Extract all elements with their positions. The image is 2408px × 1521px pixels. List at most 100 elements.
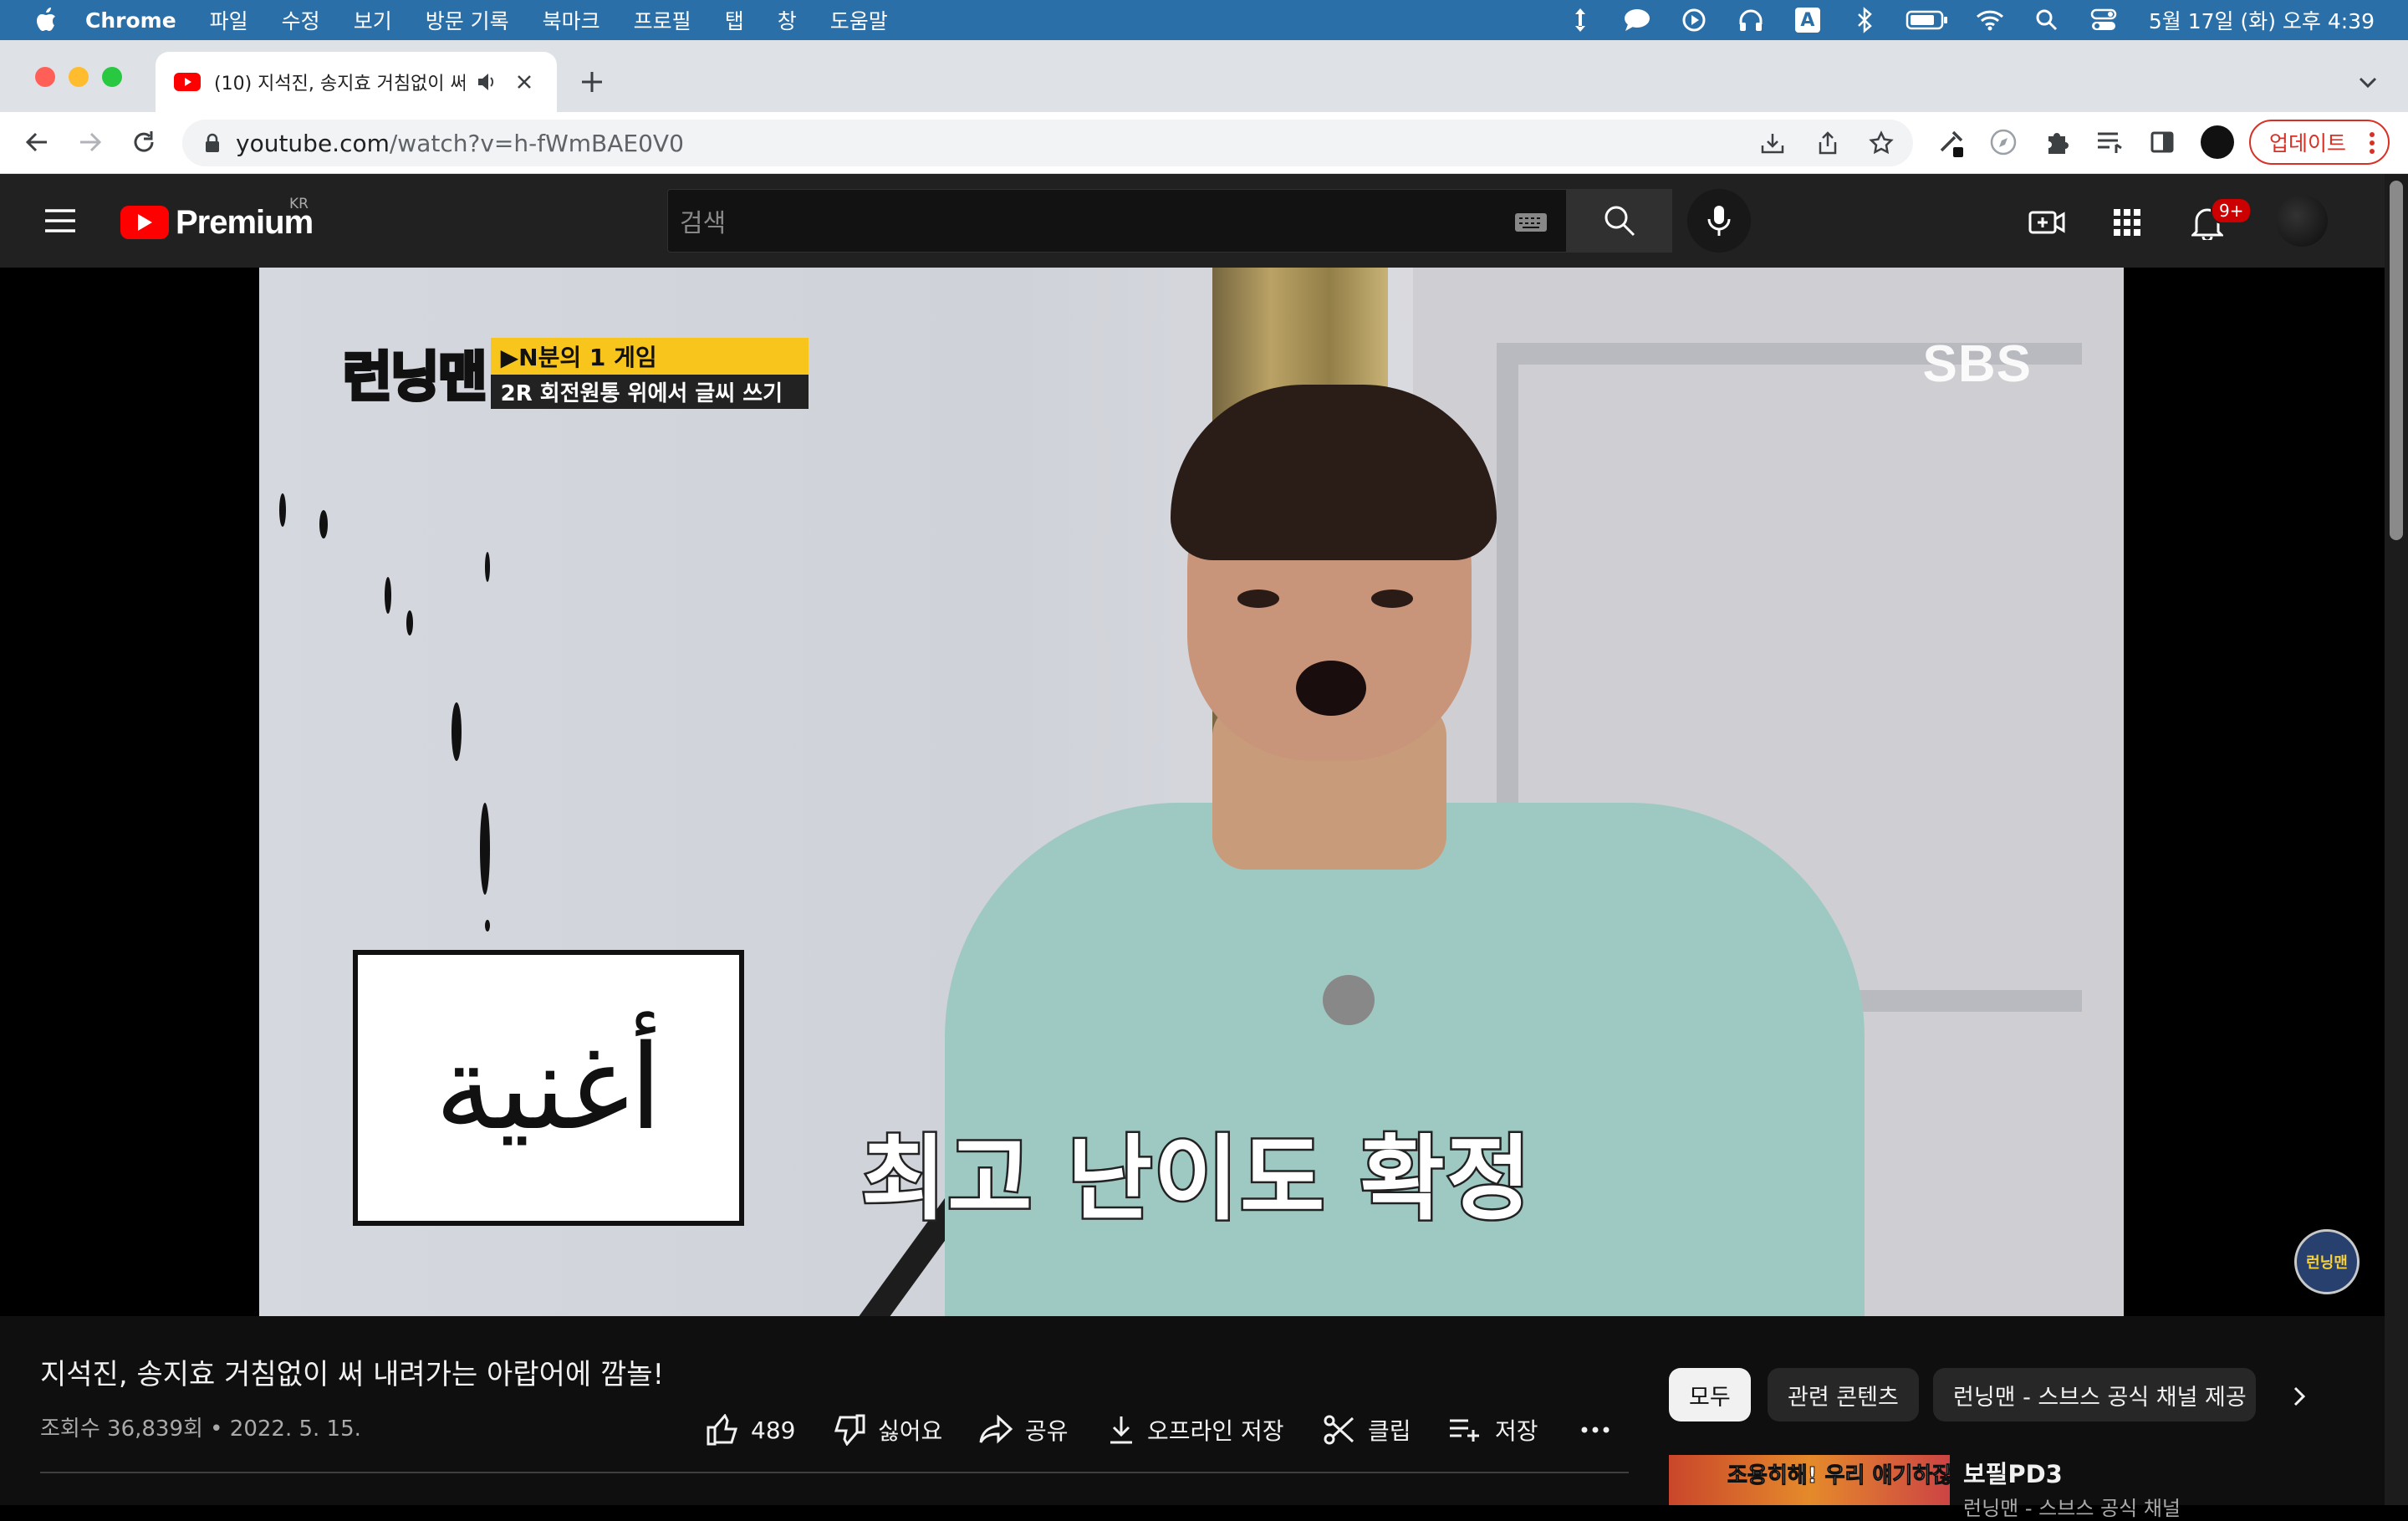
- clip-label: 클립: [1368, 1417, 1411, 1445]
- arabic-word-card: أغنية: [353, 950, 744, 1226]
- address-bar[interactable]: youtube.com/watch?v=h-fWmBAE0V0: [182, 120, 1913, 166]
- account-avatar[interactable]: [2276, 195, 2328, 247]
- dislike-label: 싫어요: [878, 1417, 943, 1445]
- message-icon[interactable]: [1620, 3, 1654, 37]
- scrollbar-thumb[interactable]: [2390, 181, 2403, 540]
- menu-file[interactable]: 파일: [210, 5, 248, 35]
- url-text[interactable]: youtube.com/watch?v=h-fWmBAE0V0: [236, 130, 684, 157]
- like-count: 489: [751, 1416, 796, 1444]
- recommended-channel[interactable]: 런닝맨 - 스브스 공식 채널: [1963, 1492, 2181, 1521]
- page-scrollbar[interactable]: [2385, 174, 2408, 1505]
- broadcaster-logo: SBS: [1922, 335, 2032, 393]
- update-label: 업데이트: [2269, 131, 2347, 156]
- video-caption: 최고 난이도 확정: [860, 1124, 1533, 1235]
- profile-avatar[interactable]: [2201, 125, 2234, 159]
- wifi-icon[interactable]: [1973, 3, 2007, 37]
- region-code: KR: [289, 196, 309, 212]
- thumbnail-text: 조용히해! 우리 얘기하잖아: [1727, 1463, 1950, 1489]
- create-video-icon[interactable]: [2027, 202, 2067, 242]
- share-icon[interactable]: [1814, 130, 1841, 156]
- bookmark-star-icon[interactable]: [1868, 130, 1895, 156]
- install-app-icon[interactable]: [1759, 130, 1786, 156]
- menubar-clock[interactable]: 5월 17일 (화) 오후 4:39: [2149, 5, 2375, 35]
- side-panel-icon[interactable]: [2145, 125, 2179, 159]
- menu-history[interactable]: 방문 기록: [426, 5, 509, 35]
- compass-extension-icon[interactable]: [1987, 125, 2020, 159]
- back-arrow-icon[interactable]: [18, 124, 55, 161]
- share-arrow-icon: [979, 1415, 1013, 1444]
- youtube-favicon-icon: [174, 73, 201, 91]
- download-label: 오프라인 저장: [1147, 1417, 1284, 1445]
- extensions-puzzle-icon[interactable]: [2040, 125, 2074, 159]
- menu-app-name[interactable]: Chrome: [85, 8, 176, 33]
- like-button[interactable]: 489: [706, 1410, 795, 1450]
- save-button[interactable]: 저장: [1448, 1410, 1538, 1450]
- chrome-menu-icon[interactable]: [2368, 131, 2376, 155]
- recommended-title[interactable]: 보필PD3: [1963, 1455, 2063, 1490]
- voice-search-button[interactable]: [1687, 189, 1751, 253]
- menu-window[interactable]: 창: [778, 5, 797, 35]
- video-frame: 런닝맨 ▶N분의 1 게임 2R 회전원통 위에서 글씨 쓰기 SBS أغني…: [259, 268, 2124, 1316]
- menu-profiles[interactable]: 프로필: [634, 5, 691, 35]
- menu-help[interactable]: 도움말: [830, 5, 888, 35]
- chip-all[interactable]: 모두: [1669, 1368, 1751, 1421]
- search-button[interactable]: [1567, 189, 1672, 253]
- spotlight-icon[interactable]: [2030, 3, 2064, 37]
- input-a-icon[interactable]: A: [1791, 3, 1824, 37]
- menu-view[interactable]: 보기: [354, 5, 392, 35]
- tab-title: (10) 지석진, 송지효 거침없이 써: [214, 74, 465, 94]
- reading-list-icon[interactable]: [2094, 125, 2127, 159]
- tab-close-icon[interactable]: [513, 71, 535, 93]
- control-center-icon[interactable]: [2087, 3, 2120, 37]
- video-player[interactable]: 런닝맨 ▶N분의 1 게임 2R 회전원통 위에서 글씨 쓰기 SBS أغني…: [0, 268, 2385, 1316]
- update-button[interactable]: 업데이트: [2249, 120, 2390, 165]
- chip-channel[interactable]: 런닝맨 - 스브스 공식 채널 제공: [1933, 1368, 2256, 1421]
- browser-tab-active[interactable]: (10) 지석진, 송지효 거침없이 써: [156, 52, 557, 112]
- chip-related[interactable]: 관련 콘텐츠: [1768, 1368, 1919, 1421]
- forward-arrow-icon[interactable]: [72, 124, 109, 161]
- window-close-button[interactable]: [35, 67, 55, 87]
- eyedropper-extension-icon[interactable]: [1935, 125, 1968, 159]
- download-button[interactable]: 오프라인 저장: [1107, 1410, 1283, 1450]
- show-name: 런닝맨: [341, 345, 489, 411]
- battery-icon[interactable]: [1905, 3, 1950, 37]
- lock-icon[interactable]: [201, 131, 224, 155]
- apps-grid-icon[interactable]: [2107, 202, 2147, 242]
- channel-watermark[interactable]: 런닝맨: [2294, 1229, 2360, 1294]
- thumbs-down-icon: [834, 1414, 865, 1446]
- menu-tab[interactable]: 탭: [725, 5, 744, 35]
- menu-edit[interactable]: 수정: [282, 5, 320, 35]
- dislike-button[interactable]: 싫어요: [833, 1410, 942, 1450]
- clip-button[interactable]: 클립: [1323, 1410, 1411, 1450]
- reload-icon[interactable]: [125, 124, 162, 161]
- share-button[interactable]: 공유: [978, 1410, 1069, 1450]
- bluetooth-icon[interactable]: [1848, 3, 1881, 37]
- search-placeholder: 검색: [680, 209, 727, 238]
- resize-icon[interactable]: [1564, 3, 1597, 37]
- search-input[interactable]: 검색: [667, 189, 1567, 253]
- play-icon[interactable]: [1677, 3, 1711, 37]
- headphones-icon[interactable]: [1734, 3, 1768, 37]
- video-views-date: 조회수 36,839회 • 2022. 5. 15.: [40, 1416, 361, 1442]
- round-banner: 2R 회전원통 위에서 글씨 쓰기: [490, 374, 809, 409]
- person-shirt: [945, 803, 1865, 1316]
- more-actions-icon[interactable]: [1580, 1410, 1622, 1450]
- window-minimize-button[interactable]: [69, 67, 89, 87]
- new-tab-icon[interactable]: [575, 65, 609, 99]
- tab-search-chevron-icon[interactable]: [2353, 67, 2383, 97]
- download-icon: [1110, 1416, 1132, 1444]
- menu-bookmarks[interactable]: 북마크: [543, 5, 600, 35]
- scissors-icon: [1324, 1415, 1354, 1445]
- youtube-play-logo-icon: [120, 206, 169, 239]
- apple-menu-icon[interactable]: [28, 3, 62, 37]
- section-divider: [40, 1472, 1629, 1473]
- recommended-thumbnail[interactable]: 조용히해! 우리 얘기하잖아: [1669, 1455, 1950, 1505]
- window-zoom-button[interactable]: [102, 67, 122, 87]
- audio-playing-icon[interactable]: [475, 70, 498, 94]
- guide-menu-icon[interactable]: [42, 202, 79, 239]
- youtube-premium-logo[interactable]: Premium KR: [120, 196, 314, 241]
- share-label: 공유: [1025, 1417, 1069, 1445]
- keyboard-icon[interactable]: [1514, 210, 1548, 235]
- chevron-right-icon[interactable]: [2281, 1378, 2318, 1415]
- save-label: 저장: [1495, 1417, 1538, 1445]
